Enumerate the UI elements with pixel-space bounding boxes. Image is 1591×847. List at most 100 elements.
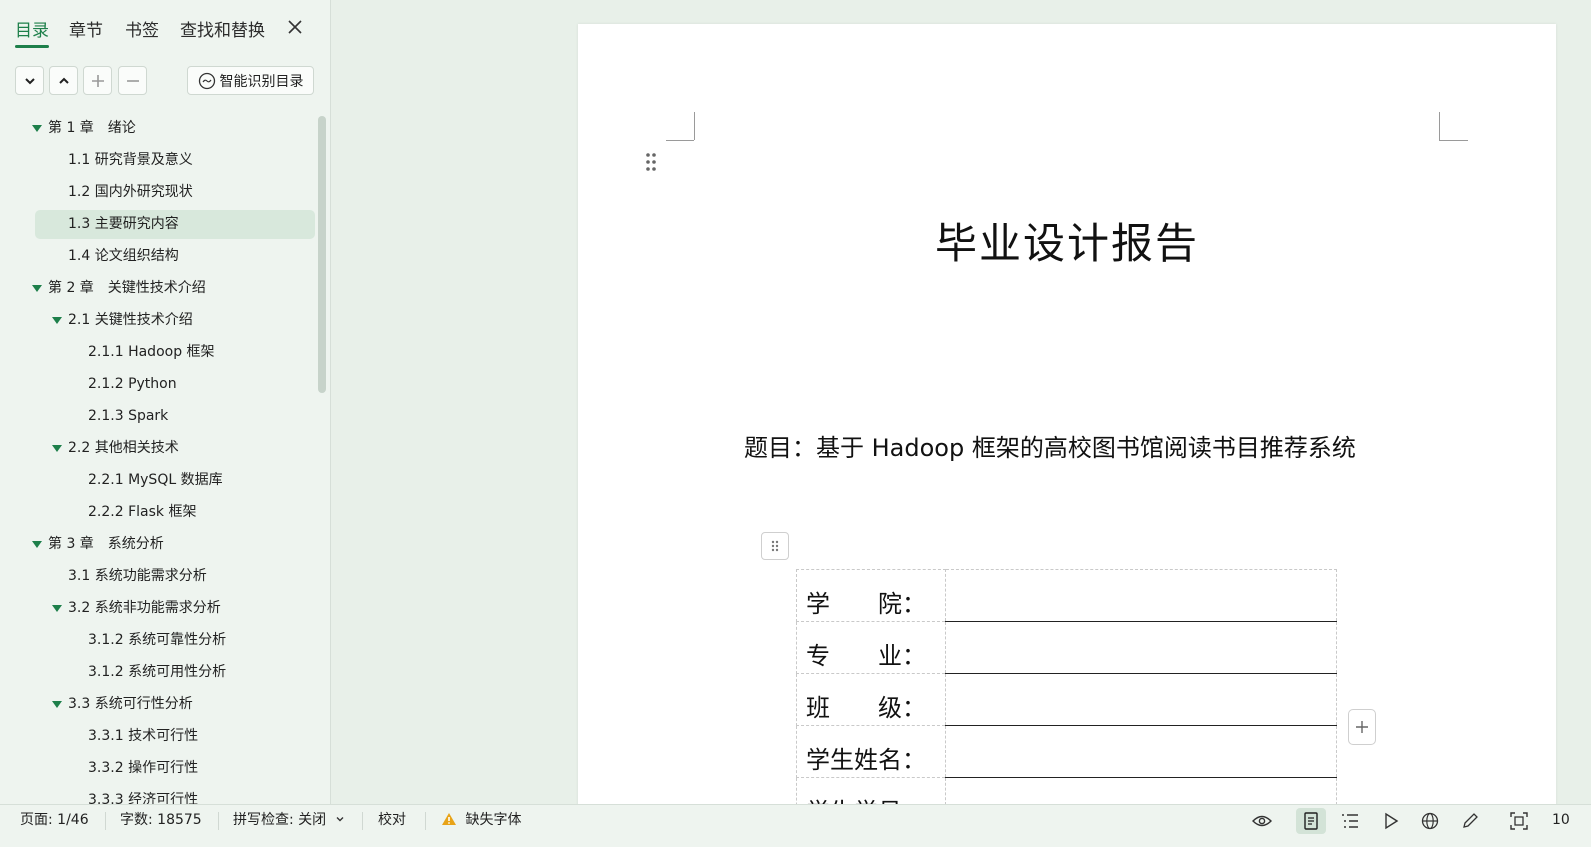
- paragraph-drag-handle-icon[interactable]: [645, 152, 657, 172]
- field-label: 班 级：: [796, 673, 946, 726]
- toc-item[interactable]: 3.1 系统功能需求分析: [35, 562, 315, 591]
- toc-item[interactable]: 3.3.2 操作可行性: [35, 754, 315, 783]
- toc-item-label: 2.2 其他相关技术: [68, 440, 179, 456]
- toc-item[interactable]: 第 3 章 系统分析: [32, 530, 315, 559]
- toc-item[interactable]: 2.1.1 Hadoop 框架: [35, 338, 315, 367]
- table-row: 学生学号：: [796, 777, 1337, 804]
- divider: [105, 812, 106, 830]
- plus-icon: [91, 74, 104, 87]
- toc-item[interactable]: 1.4 论文组织结构: [35, 242, 315, 271]
- expand-caret-icon[interactable]: [52, 605, 62, 612]
- field-value[interactable]: [945, 673, 1337, 726]
- word-count[interactable]: 字数: 18575: [120, 805, 202, 836]
- tab-chapters[interactable]: 章节: [69, 16, 103, 41]
- toc-item-label: 3.3.1 技术可行性: [88, 728, 199, 744]
- expand-caret-icon[interactable]: [52, 701, 62, 708]
- field-value[interactable]: [945, 725, 1337, 778]
- tab-toc[interactable]: 目录: [15, 16, 49, 48]
- toc-item-label: 3.1 系统功能需求分析: [68, 568, 207, 584]
- collapse-all-button[interactable]: [49, 66, 78, 95]
- smart-toc-button[interactable]: 智能识别目录: [187, 66, 314, 95]
- play-icon[interactable]: [1379, 809, 1403, 833]
- spell-check-toggle[interactable]: 拼写检查: 关闭: [233, 805, 345, 836]
- table-row: 学生姓名：: [796, 725, 1337, 778]
- toc-item-label: 2.2.1 MySQL 数据库: [88, 472, 223, 488]
- toc-item-label: 3.2 系统非功能需求分析: [68, 600, 221, 616]
- field-value[interactable]: [945, 569, 1337, 622]
- toc-item[interactable]: 第 2 章 关键性技术介绍: [32, 274, 315, 303]
- expand-caret-icon[interactable]: [52, 317, 62, 324]
- toc-item-label: 3.1.2 系统可用性分析: [88, 664, 227, 680]
- expand-caret-icon[interactable]: [52, 445, 62, 452]
- field-value[interactable]: [945, 621, 1337, 674]
- document-canvas: 毕业设计报告 题目：基于 Hadoop 框架的高校图书馆阅读书目推荐系统 学 院…: [332, 0, 1591, 804]
- student-info-table: 学 院：专 业：班 级：学生姓名：学生学号：: [796, 569, 1337, 804]
- divider: [362, 812, 363, 830]
- remove-heading-button[interactable]: [118, 66, 147, 95]
- crop-mark: [1439, 140, 1468, 141]
- field-label: 学生姓名：: [796, 725, 946, 778]
- outline-view-icon[interactable]: [1338, 809, 1362, 833]
- add-table-row-button[interactable]: [1348, 709, 1376, 745]
- toc-item-label: 1.1 研究背景及意义: [68, 152, 193, 168]
- eye-icon[interactable]: [1250, 809, 1274, 833]
- divider: [218, 812, 219, 830]
- web-view-icon[interactable]: [1418, 809, 1442, 833]
- toc-item[interactable]: 2.2.2 Flask 框架: [35, 498, 315, 527]
- expand-caret-icon[interactable]: [32, 541, 42, 548]
- document-title: 毕业设计报告: [934, 219, 1199, 268]
- field-label: 专 业：: [796, 621, 946, 674]
- toc-item[interactable]: 2.1.3 Spark: [35, 402, 315, 431]
- toc-item[interactable]: 2.2 其他相关技术: [35, 434, 315, 463]
- field-value[interactable]: [945, 777, 1337, 804]
- toc-item[interactable]: 2.1 关键性技术介绍: [35, 306, 315, 335]
- toc-item[interactable]: 1.2 国内外研究现状: [35, 178, 315, 207]
- toc-item[interactable]: 3.3.3 经济可行性: [35, 786, 315, 804]
- table-row: 专 业：: [796, 621, 1337, 674]
- toc-item[interactable]: 3.1.2 系统可用性分析: [35, 658, 315, 687]
- expand-caret-icon[interactable]: [32, 285, 42, 292]
- fit-page-icon[interactable]: [1507, 809, 1531, 833]
- toc-item-label: 1.4 论文组织结构: [68, 248, 179, 264]
- toc-item[interactable]: 1.3 主要研究内容: [35, 210, 315, 239]
- page-view-icon[interactable]: [1296, 808, 1326, 834]
- table-row: 班 级：: [796, 673, 1337, 726]
- crop-mark: [694, 112, 695, 140]
- close-icon[interactable]: [284, 16, 306, 38]
- missing-font-button[interactable]: 缺失字体: [441, 805, 521, 836]
- spell-check-label: 拼写检查: 关闭: [233, 812, 327, 828]
- expand-all-button[interactable]: [15, 66, 44, 95]
- toc-item[interactable]: 2.1.2 Python: [35, 370, 315, 399]
- toc-item[interactable]: 3.2 系统非功能需求分析: [35, 594, 315, 623]
- add-heading-button[interactable]: [83, 66, 112, 95]
- expand-caret-icon[interactable]: [32, 125, 42, 132]
- table-move-handle-icon[interactable]: [761, 532, 789, 560]
- chevron-down-icon: [336, 817, 344, 822]
- toc-item-label: 2.1.1 Hadoop 框架: [88, 344, 215, 360]
- divider: [425, 812, 426, 830]
- proofread-button[interactable]: 校对: [378, 805, 406, 836]
- zoom-level[interactable]: 10: [1552, 805, 1570, 836]
- toc-item-label: 3.3 系统可行性分析: [68, 696, 193, 712]
- tab-find-replace[interactable]: 查找和替换: [180, 16, 265, 41]
- toc-item[interactable]: 3.3 系统可行性分析: [35, 690, 315, 719]
- chevron-down-icon: [24, 77, 35, 84]
- field-label: 学生学号：: [796, 777, 946, 804]
- field-label: 学 院：: [796, 569, 946, 622]
- page-indicator[interactable]: 页面: 1/46: [20, 805, 89, 836]
- toc-scrollbar[interactable]: [318, 116, 326, 393]
- toc-item-label: 3.1.2 系统可靠性分析: [88, 632, 227, 648]
- toc-item[interactable]: 1.1 研究背景及意义: [35, 146, 315, 175]
- toc-item-label: 2.1.2 Python: [88, 376, 177, 392]
- pen-icon[interactable]: [1458, 809, 1482, 833]
- toc-item[interactable]: 2.2.1 MySQL 数据库: [35, 466, 315, 495]
- document-page[interactable]: 毕业设计报告 题目：基于 Hadoop 框架的高校图书馆阅读书目推荐系统 学 院…: [578, 24, 1556, 804]
- tab-bookmarks[interactable]: 书签: [125, 16, 159, 41]
- toc-item-label: 3.3.3 经济可行性: [88, 792, 199, 804]
- toc-item[interactable]: 3.3.1 技术可行性: [35, 722, 315, 751]
- crop-mark: [666, 140, 694, 141]
- toc-item[interactable]: 3.1.2 系统可靠性分析: [35, 626, 315, 655]
- document-subject: 题目：基于 Hadoop 框架的高校图书馆阅读书目推荐系统: [744, 434, 1356, 462]
- toc-item[interactable]: 第 1 章 绪论: [32, 114, 315, 143]
- smart-toc-label: 智能识别目录: [219, 73, 304, 90]
